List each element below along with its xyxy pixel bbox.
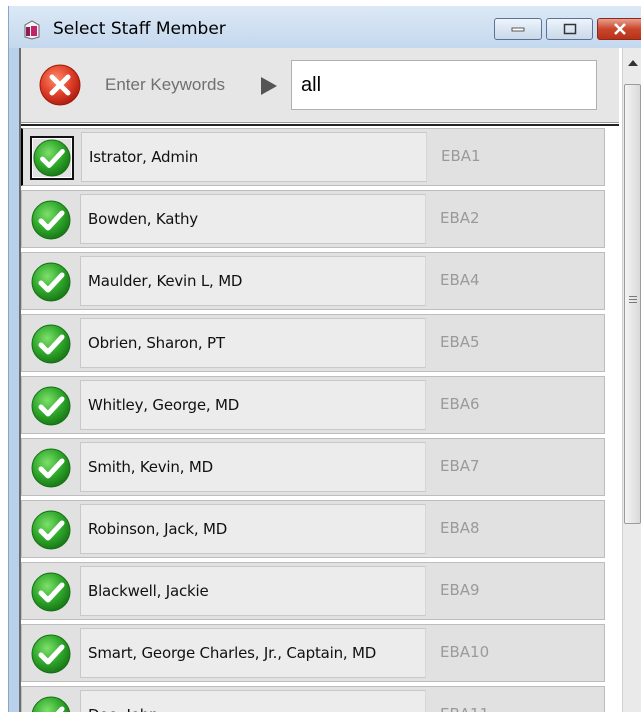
keyword-search-input[interactable]: [291, 60, 597, 110]
header-divider: [21, 124, 619, 126]
enter-keywords-label: Enter Keywords: [105, 75, 225, 94]
green-check-icon: [31, 200, 71, 240]
green-check-icon: [31, 510, 71, 550]
staff-code: EBA2: [440, 209, 480, 227]
title-bar[interactable]: Select Staff Member: [9, 6, 641, 48]
select-checkbox[interactable]: [29, 260, 73, 304]
staff-name: Doe, John: [80, 690, 426, 712]
staff-list: Istrator, Admin EBA1 Bowden, Kathy EBA2 Maul…: [21, 128, 619, 712]
thumb-grip: [629, 299, 637, 300]
select-checkbox[interactable]: [29, 632, 73, 676]
play-arrow-icon: [261, 77, 277, 95]
green-check-icon: [31, 696, 71, 712]
maximize-icon: [563, 23, 576, 35]
vertical-scrollbar[interactable]: [622, 48, 641, 712]
staff-code: EBA1: [441, 147, 481, 165]
staff-code: EBA5: [440, 333, 480, 351]
select-checkbox[interactable]: [29, 198, 73, 242]
green-check-icon: [33, 139, 71, 177]
thumb-grip: [629, 296, 637, 297]
staff-row[interactable]: Obrien, Sharon, PT EBA5: [21, 314, 605, 372]
search-bar: Enter Keywords: [21, 48, 619, 123]
staff-name: Maulder, Kevin L, MD: [80, 256, 426, 306]
staff-name: Smart, George Charles, Jr., Captain, MD: [80, 628, 426, 678]
scroll-up-button[interactable]: [623, 48, 641, 84]
client-area: Enter Keywords Istrator, Admin EBA1 Bowden…: [19, 48, 641, 712]
green-check-icon: [31, 386, 71, 426]
staff-code: EBA7: [440, 457, 480, 475]
window-title: Select Staff Member: [53, 19, 226, 39]
staff-row[interactable]: Whitley, George, MD EBA6: [21, 376, 605, 434]
select-staff-window: Select Staff Member Enter Keywords all I…: [8, 6, 641, 712]
staff-row[interactable]: Istrator, Admin EBA1: [21, 128, 605, 186]
select-checkbox[interactable]: [30, 136, 74, 180]
green-check-icon: [31, 262, 71, 302]
select-checkbox[interactable]: [29, 384, 73, 428]
staff-code: EBA11: [440, 690, 580, 712]
staff-name: Robinson, Jack, MD: [80, 504, 426, 554]
chevron-up-icon: [628, 60, 638, 66]
close-button[interactable]: [597, 18, 641, 40]
staff-row[interactable]: Smart, George Charles, Jr., Captain, MD E…: [21, 624, 605, 682]
select-checkbox[interactable]: [29, 508, 73, 552]
app-icon: [23, 20, 41, 40]
green-check-icon: [31, 634, 71, 674]
staff-row[interactable]: Bowden, Kathy EBA2: [21, 190, 605, 248]
staff-name: Blackwell, Jackie: [80, 566, 426, 616]
clear-x-icon: [39, 64, 81, 106]
select-checkbox[interactable]: [29, 570, 73, 614]
staff-name: Smith, Kevin, MD: [80, 442, 426, 492]
minimize-button[interactable]: [494, 18, 542, 40]
staff-row[interactable]: Doe, John EBA11: [21, 686, 605, 712]
select-checkbox[interactable]: [29, 694, 73, 712]
staff-row[interactable]: Smith, Kevin, MD EBA7: [21, 438, 605, 496]
staff-code: EBA8: [440, 519, 480, 537]
staff-code: EBA9: [440, 581, 480, 599]
staff-name: Istrator, Admin: [81, 132, 427, 182]
select-checkbox[interactable]: [29, 322, 73, 366]
green-check-icon: [31, 448, 71, 488]
thumb-grip: [629, 302, 637, 303]
scroll-thumb[interactable]: [624, 84, 641, 524]
clear-search-button[interactable]: [39, 64, 81, 106]
minimize-icon: [511, 27, 525, 32]
staff-code: EBA10: [440, 643, 490, 661]
staff-name: Bowden, Kathy: [80, 194, 426, 244]
close-icon: [613, 23, 626, 35]
staff-row[interactable]: Robinson, Jack, MD EBA8: [21, 500, 605, 558]
staff-code: EBA6: [440, 395, 480, 413]
select-checkbox[interactable]: [29, 446, 73, 490]
staff-code: EBA4: [440, 271, 480, 289]
staff-row[interactable]: Maulder, Kevin L, MD EBA4: [21, 252, 605, 310]
green-check-icon: [31, 324, 71, 364]
staff-name: Whitley, George, MD: [80, 380, 426, 430]
staff-name: Obrien, Sharon, PT: [80, 318, 426, 368]
maximize-button[interactable]: [546, 18, 593, 40]
staff-row[interactable]: Blackwell, Jackie EBA9: [21, 562, 605, 620]
green-check-icon: [31, 572, 71, 612]
